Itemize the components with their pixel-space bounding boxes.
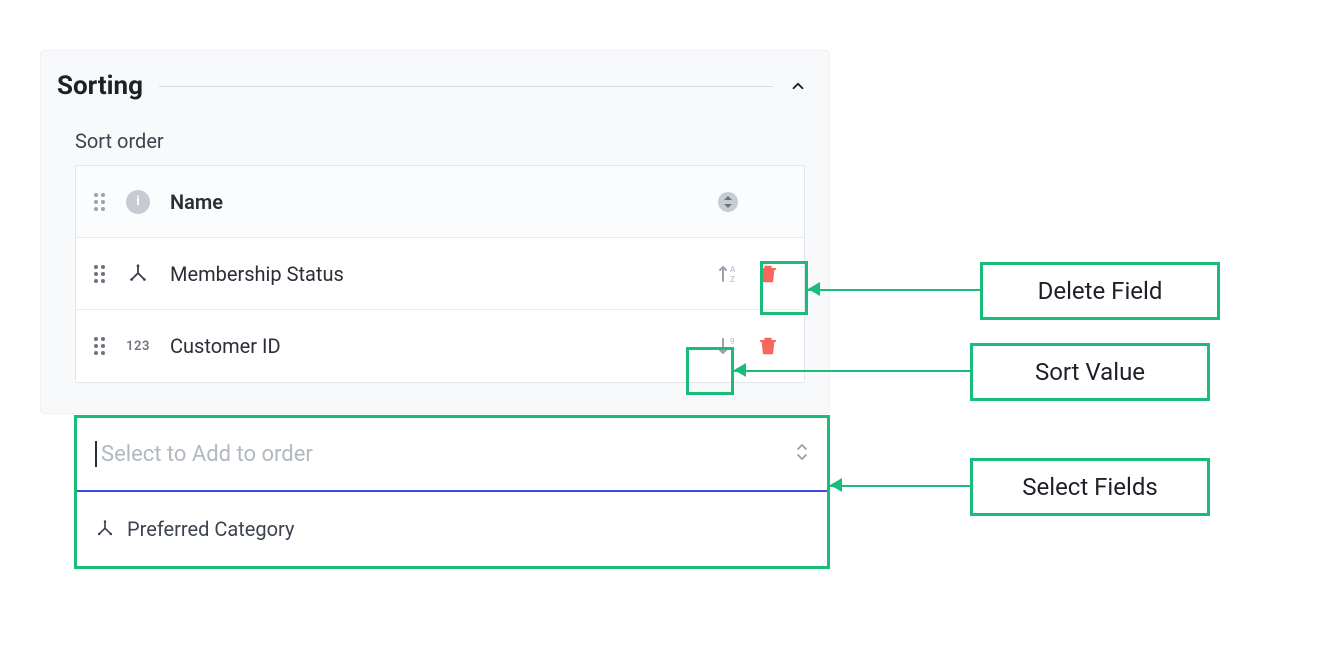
combo-option[interactable]: Preferred Category (77, 492, 827, 566)
drag-handle[interactable] (86, 336, 114, 356)
drag-dots-icon (93, 264, 107, 284)
drag-handle-header (86, 192, 114, 212)
svg-text:9: 9 (730, 337, 735, 346)
arrowhead-icon (734, 363, 746, 377)
panel-header: Sorting (41, 71, 829, 101)
collapse-toggle[interactable] (789, 77, 807, 95)
header-name-label: Name (162, 190, 708, 214)
chevron-up-icon (789, 77, 807, 95)
numeric-type-icon: 123 (126, 339, 150, 354)
info-icon: i (126, 190, 150, 214)
combo-input[interactable]: Select to Add to order (77, 418, 827, 492)
callout-line (808, 289, 980, 291)
hierarchy-icon (127, 263, 149, 285)
table-row: Membership Status A Z (76, 238, 804, 310)
caret-updown-icon (795, 442, 809, 462)
sort-asc-az-icon: A Z (716, 262, 740, 286)
delete-row-button[interactable] (748, 335, 788, 357)
drag-dots-icon (93, 336, 107, 356)
combo-option-label: Preferred Category (127, 517, 294, 541)
row-type-icon: 123 (114, 339, 162, 354)
panel-title: Sorting (57, 71, 143, 101)
drag-dots-icon (93, 192, 107, 212)
header-sort-toggle[interactable] (708, 192, 748, 212)
sort-updown-icon (718, 192, 738, 212)
svg-text:Z: Z (730, 275, 735, 284)
hierarchy-icon (95, 519, 115, 539)
highlight-delete (760, 261, 808, 315)
arrowhead-icon (830, 478, 842, 492)
row-type-icon (114, 263, 162, 285)
drag-handle[interactable] (86, 264, 114, 284)
sort-order-label: Sort order (75, 129, 805, 153)
callout-label: Sort Value (1035, 358, 1145, 386)
combo-placeholder: Select to Add to order (101, 442, 795, 467)
callout-select-fields: Select Fields (970, 458, 1210, 516)
table-header-row: i Name (76, 166, 804, 238)
trash-icon (757, 335, 779, 357)
callout-label: Select Fields (1022, 473, 1158, 501)
divider (159, 86, 773, 87)
callout-label: Delete Field (1038, 277, 1163, 305)
arrowhead-icon (808, 282, 820, 296)
header-type-icon: i (114, 190, 162, 214)
row-name: Customer ID (162, 334, 708, 358)
callout-sort-value: Sort Value (970, 343, 1210, 401)
callout-line (830, 485, 970, 487)
callout-delete-field: Delete Field (980, 262, 1220, 320)
highlight-sort (686, 347, 734, 395)
row-name: Membership Status (162, 262, 708, 286)
combo-caret[interactable] (795, 442, 809, 466)
svg-text:A: A (730, 265, 736, 274)
sort-asc-button[interactable]: A Z (708, 262, 748, 286)
callout-line (734, 370, 970, 372)
add-field-combo: Select to Add to order Preferred Categor… (74, 415, 830, 569)
text-cursor (95, 441, 97, 467)
